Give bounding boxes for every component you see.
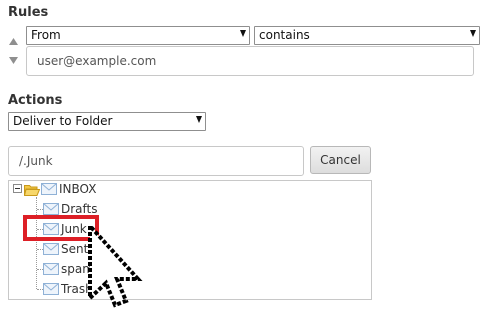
folder-path-input[interactable]: /.Junk [8, 146, 304, 176]
mouse-cursor-icon [88, 222, 143, 308]
chevron-down-icon [196, 116, 202, 123]
rule-value-input[interactable]: user@example.com [26, 46, 474, 76]
mail-folder-icon [43, 263, 59, 275]
tree-item-label: INBOX [59, 182, 97, 196]
tree-connector-line [36, 197, 37, 289]
tree-item-label: Drafts [61, 202, 98, 216]
move-down-icon[interactable] [9, 57, 18, 64]
folder-open-icon [24, 185, 40, 196]
tree-item-inbox[interactable]: INBOX [41, 181, 96, 197]
tree-item-sent[interactable]: Sent [43, 241, 88, 257]
chevron-down-icon [240, 30, 246, 37]
mail-folder-icon [43, 243, 59, 255]
collapse-icon[interactable] [13, 184, 22, 193]
rule-operator-select[interactable]: contains [254, 26, 480, 45]
rule-field-value: From [31, 28, 61, 42]
actions-heading: Actions [8, 93, 63, 108]
action-type-select[interactable]: Deliver to Folder [8, 112, 206, 131]
chevron-down-icon [470, 30, 476, 37]
mail-folder-icon [43, 203, 59, 215]
mail-folder-icon [43, 283, 59, 295]
folder-path-text: /.Junk [19, 154, 53, 168]
rules-heading: Rules [8, 5, 49, 20]
mail-folder-icon [41, 183, 57, 195]
folder-tree: INBOX Drafts Junk Sent spam Trash [8, 180, 372, 300]
action-type-value: Deliver to Folder [13, 114, 113, 128]
rule-value-text: user@example.com [37, 54, 157, 68]
rule-operator-value: contains [259, 28, 310, 42]
rule-field-select[interactable]: From [26, 26, 250, 45]
move-up-icon[interactable] [9, 38, 18, 45]
cancel-button[interactable]: Cancel [310, 146, 371, 174]
